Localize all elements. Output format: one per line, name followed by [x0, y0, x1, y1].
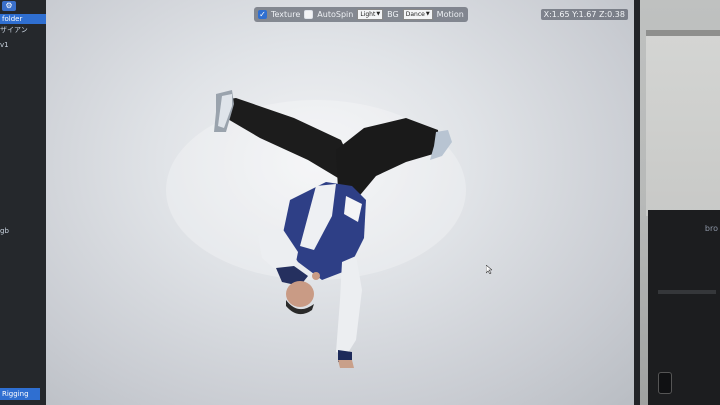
texture-checkbox[interactable]: ✓ — [258, 10, 267, 19]
bg-select[interactable]: Dance ▼ — [402, 9, 433, 20]
sidebar-item-gb[interactable]: gb — [0, 226, 9, 236]
bg-label: BG — [387, 10, 399, 19]
rigging-button[interactable]: Rigging — [0, 388, 40, 400]
sidebar-item-label: ザイアン — [0, 26, 28, 34]
motion-label: Motion — [436, 10, 464, 19]
3d-viewport[interactable]: ✓ Texture AutoSpin Light ▼ BG Dance ▼ Mo… — [46, 0, 634, 405]
printer-brand: bro — [704, 224, 718, 233]
autospin-label: AutoSpin — [317, 10, 354, 19]
mouse-cursor-icon — [486, 265, 492, 274]
sidebar-item-folder[interactable]: folder — [0, 14, 52, 24]
sidebar-item-label: folder — [2, 15, 23, 23]
sidebar-item-label: gb — [0, 227, 9, 235]
dancer-model — [166, 90, 466, 368]
gear-icon[interactable]: ⚙ — [2, 1, 16, 11]
sidebar-item-name[interactable]: ザイアン — [0, 25, 28, 35]
sidebar-item-v1[interactable]: v1 — [0, 40, 9, 50]
chevron-down-icon: ▼ — [376, 11, 381, 17]
printer-slot — [658, 290, 716, 294]
device-icon — [658, 372, 672, 394]
sidebar-item-label: v1 — [0, 41, 9, 49]
coordinate-readout: X:1.65 Y:1.67 Z:0.38 — [540, 9, 628, 20]
light-select[interactable]: Light ▼ — [357, 9, 384, 20]
texture-label: Texture — [271, 10, 301, 19]
chevron-down-icon: ▼ — [425, 11, 430, 17]
background-panel — [646, 30, 720, 216]
viewer-toolbar: ✓ Texture AutoSpin Light ▼ BG Dance ▼ Mo… — [254, 7, 468, 22]
autospin-checkbox[interactable] — [304, 10, 314, 19]
